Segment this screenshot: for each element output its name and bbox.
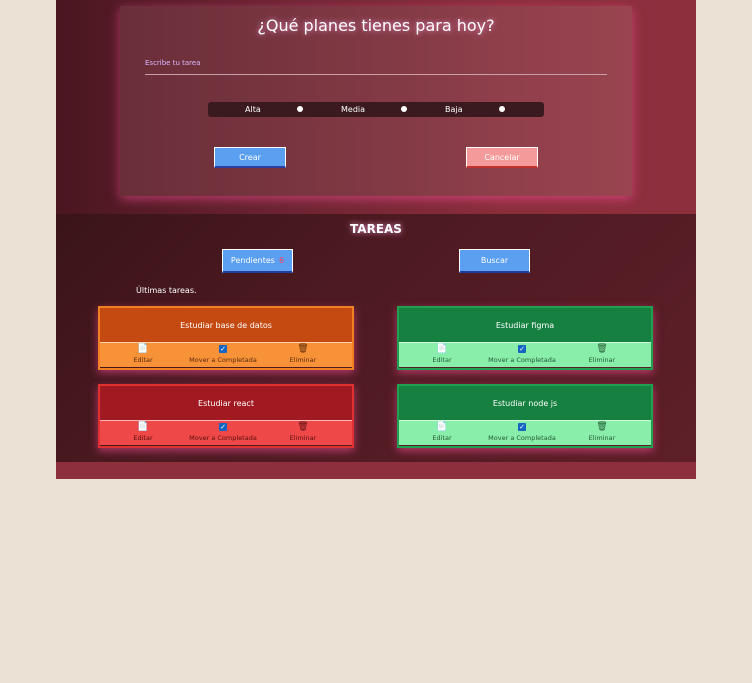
checkbox-icon: ✓ — [518, 423, 526, 431]
move-to-completed-button[interactable]: ✓ Mover a Completada — [482, 422, 562, 442]
edit-button[interactable]: 📄 Editar — [402, 344, 482, 364]
form-title: ¿Qué planes tienes para hoy? — [257, 16, 495, 35]
pending-count-badge: 6 — [278, 256, 285, 265]
delete-label: Eliminar — [289, 434, 317, 442]
edit-label: Editar — [432, 434, 452, 442]
edit-button[interactable]: 📄 Editar — [402, 422, 482, 442]
search-button[interactable]: Buscar — [459, 249, 530, 273]
delete-button[interactable]: 🗑 Eliminar — [562, 422, 642, 442]
document-icon: 📄 — [436, 344, 448, 354]
task-actions: 📄 Editar ✓ Mover a Completada 🗑 Eliminar — [399, 342, 651, 367]
move-label: Mover a Completada — [488, 356, 556, 364]
task-card: Estudiar figma 📄 Editar ✓ Mover a Comple… — [397, 306, 653, 370]
trash-icon: 🗑 — [596, 344, 608, 354]
edit-button[interactable]: 📄 Editar — [103, 344, 183, 364]
task-card: Estudiar base de datos 📄 Editar ✓ Mover … — [98, 306, 354, 370]
delete-label: Eliminar — [588, 356, 616, 364]
priority-label-media: Media — [341, 105, 366, 114]
move-to-completed-button[interactable]: ✓ Mover a Completada — [183, 344, 263, 364]
task-actions: 📄 Editar ✓ Mover a Completada 🗑 Eliminar — [100, 420, 352, 445]
latest-tasks-label: Últimas tareas. — [136, 286, 197, 295]
priority-radio-media[interactable] — [401, 106, 407, 112]
move-to-completed-button[interactable]: ✓ Mover a Completada — [482, 344, 562, 364]
document-icon: 📄 — [436, 422, 448, 432]
task-title: Estudiar figma — [399, 308, 651, 342]
edit-button[interactable]: 📄 Editar — [103, 422, 183, 442]
task-actions: 📄 Editar ✓ Mover a Completada 🗑 Eliminar — [100, 342, 352, 367]
edit-label: Editar — [432, 356, 452, 364]
task-title: Estudiar base de datos — [100, 308, 352, 342]
task-input[interactable]: Escribe tu tarea — [145, 59, 200, 67]
move-to-completed-button[interactable]: ✓ Mover a Completada — [183, 422, 263, 442]
task-card: Estudiar node js 📄 Editar ✓ Mover a Comp… — [397, 384, 653, 448]
task-actions: 📄 Editar ✓ Mover a Completada 🗑 Eliminar — [399, 420, 651, 445]
checkbox-icon: ✓ — [219, 423, 227, 431]
priority-radio-baja[interactable] — [499, 106, 505, 112]
document-icon: 📄 — [137, 344, 149, 354]
form-section: ¿Qué planes tienes para hoy? Escribe tu … — [56, 0, 696, 214]
delete-button[interactable]: 🗑 Eliminar — [263, 422, 343, 442]
trash-icon: 🗑 — [297, 344, 309, 354]
priority-selector: Alta Media Baja — [208, 102, 544, 117]
move-label: Mover a Completada — [189, 356, 257, 364]
task-input-underline — [145, 74, 607, 75]
edit-label: Editar — [133, 356, 153, 364]
edit-label: Editar — [133, 434, 153, 442]
document-icon: 📄 — [137, 422, 149, 432]
tasks-section: TAREAS Pendientes 6 Buscar Últimas tarea… — [56, 214, 696, 462]
priority-label-baja: Baja — [445, 105, 463, 114]
cancel-button[interactable]: Cancelar — [466, 147, 538, 168]
pending-button[interactable]: Pendientes 6 — [222, 249, 293, 273]
delete-label: Eliminar — [588, 434, 616, 442]
delete-button[interactable]: 🗑 Eliminar — [263, 344, 343, 364]
task-title: Estudiar react — [100, 386, 352, 420]
move-label: Mover a Completada — [189, 434, 257, 442]
create-button[interactable]: Crear — [214, 147, 286, 168]
priority-radio-alta[interactable] — [297, 106, 303, 112]
trash-icon: 🗑 — [297, 422, 309, 432]
pending-label: Pendientes — [230, 256, 275, 265]
checkbox-icon: ✓ — [518, 345, 526, 353]
trash-icon: 🗑 — [596, 422, 608, 432]
task-form-card: ¿Qué planes tienes para hoy? Escribe tu … — [120, 6, 632, 196]
app-container: ¿Qué planes tienes para hoy? Escribe tu … — [56, 0, 696, 479]
priority-label-alta: Alta — [245, 105, 261, 114]
checkbox-icon: ✓ — [219, 345, 227, 353]
footer-strip — [56, 462, 696, 479]
task-title: Estudiar node js — [399, 386, 651, 420]
delete-button[interactable]: 🗑 Eliminar — [562, 344, 642, 364]
delete-label: Eliminar — [289, 356, 317, 364]
move-label: Mover a Completada — [488, 434, 556, 442]
tasks-title: TAREAS — [350, 222, 402, 236]
task-card: Estudiar react 📄 Editar ✓ Mover a Comple… — [98, 384, 354, 448]
